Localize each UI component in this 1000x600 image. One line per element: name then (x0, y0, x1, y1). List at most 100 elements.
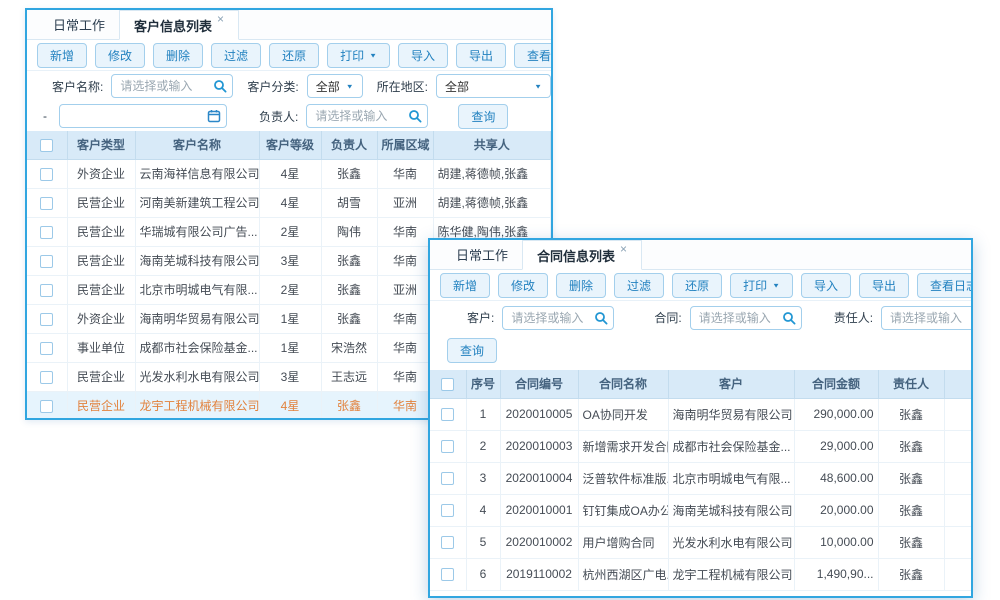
query-button[interactable]: 查询 (447, 338, 497, 363)
toolbar-button-label: 新增 (453, 277, 477, 294)
table-row[interactable]: 5 2020010002 用户增购合同 光发水利水电有限公司 10,000.00… (430, 526, 973, 558)
select-all-checkbox[interactable] (40, 139, 53, 152)
table-row[interactable]: 外资企业 云南海祥信息有限公司 4星 张鑫 华南 胡建,蒋德帧,张鑫 (27, 159, 551, 188)
customer-name-link[interactable]: 龙宇工程机械有限公司 (135, 391, 259, 420)
toolbar-button[interactable]: 查看日志 (514, 43, 553, 68)
toolbar-button[interactable]: 修改 (95, 43, 145, 68)
row-checkbox[interactable] (40, 168, 53, 181)
row-checkbox[interactable] (441, 536, 454, 549)
customer-link[interactable]: 光发水利水电有限公司 (668, 526, 794, 558)
owner-link[interactable]: 宋浩然 (321, 333, 377, 362)
search-icon[interactable] (594, 311, 608, 325)
toolbar-button[interactable]: 打印 ▼ (327, 43, 390, 68)
table-row[interactable]: 4 2020010001 钉钉集成OA办公 海南芜城科技有限公司 20,000.… (430, 494, 973, 526)
row-checkbox[interactable] (441, 568, 454, 581)
close-icon[interactable]: × (620, 242, 627, 256)
toolbar-button[interactable]: 删除 (153, 43, 203, 68)
tab[interactable]: 客户信息列表 × (119, 10, 239, 40)
contract-name-link[interactable]: 钉钉集成OA办公 (578, 494, 668, 526)
toolbar-button[interactable]: 新增 (440, 273, 490, 298)
row-checkbox[interactable] (40, 226, 53, 239)
tab[interactable]: 日常工作 (39, 10, 119, 39)
row-checkbox[interactable] (40, 284, 53, 297)
table-row[interactable]: 3 2020010004 泛普软件标准版... 北京市明城电气有限... 48,… (430, 462, 973, 494)
select-all-checkbox[interactable] (441, 378, 454, 391)
toolbar-button[interactable]: 新增 (37, 43, 87, 68)
customer-category-select[interactable]: 全部 ▼ (307, 74, 363, 98)
toolbar-button[interactable]: 打印 ▼ (730, 273, 793, 298)
table-row[interactable]: 民营企业 河南美新建筑工程公司 4星 胡雪 亚洲 胡建,蒋德帧,张鑫 (27, 188, 551, 217)
contract-code-link[interactable]: 2020010003 (500, 430, 578, 462)
row-checkbox[interactable] (40, 400, 53, 413)
row-checkbox[interactable] (441, 472, 454, 485)
search-icon[interactable] (782, 311, 796, 325)
customer-name-link[interactable]: 光发水利水电有限公司 (135, 362, 259, 391)
owner-link[interactable]: 陶伟 (321, 217, 377, 246)
owner-link[interactable]: 胡雪 (321, 188, 377, 217)
row-checkbox[interactable] (441, 408, 454, 421)
row-checkbox[interactable] (40, 342, 53, 355)
customer-name-link[interactable]: 云南海祥信息有限公司 (135, 159, 259, 188)
owner-link[interactable]: 张鑫 (321, 304, 377, 333)
customer-name-link[interactable]: 海南芜城科技有限公司 (135, 246, 259, 275)
contract-name-link[interactable]: 杭州西湖区广电... (578, 558, 668, 590)
row-checkbox[interactable] (40, 197, 53, 210)
contract-code-link[interactable]: 2019110002 (500, 558, 578, 590)
customer-link[interactable]: 龙宇工程机械有限公司 (668, 558, 794, 590)
customer-link[interactable]: 海南明华贸易有限公司 (668, 398, 794, 430)
owner-link[interactable]: 张鑫 (321, 246, 377, 275)
table-row[interactable]: 2 2020010003 新增需求开发合同 成都市社会保险基金... 29,00… (430, 430, 973, 462)
toolbar-button[interactable]: 过滤 (211, 43, 261, 68)
customer-name-link[interactable]: 北京市明城电气有限... (135, 275, 259, 304)
owner-link[interactable]: 张鑫 (321, 275, 377, 304)
contract-code-link[interactable]: 2020010004 (500, 462, 578, 494)
toolbar-button-label: 导入 (411, 47, 435, 64)
owner-link[interactable]: 张鑫 (321, 159, 377, 188)
contract-name-link[interactable]: OA协同开发 (578, 398, 668, 430)
toolbar-button[interactable]: 还原 (269, 43, 319, 68)
contract-code-link[interactable]: 2020010005 (500, 398, 578, 430)
responsible-input[interactable] (881, 306, 973, 330)
region-select[interactable]: 全部 ▼ (436, 74, 551, 98)
contract-name-link[interactable]: 泛普软件标准版... (578, 462, 668, 494)
owner-link[interactable]: 王志远 (321, 362, 377, 391)
contract-code-link[interactable]: 2020010002 (500, 526, 578, 558)
toolbar-button[interactable]: 导入 (801, 273, 851, 298)
row-checkbox[interactable] (40, 255, 53, 268)
tab[interactable]: 合同信息列表 × (522, 240, 642, 270)
toolbar-button[interactable]: 导出 (859, 273, 909, 298)
search-icon[interactable] (213, 79, 227, 93)
contract-code-link[interactable]: 2020010001 (500, 494, 578, 526)
customer-name-link[interactable]: 河南美新建筑工程公司 (135, 188, 259, 217)
contract-name-link[interactable]: 新增需求开发合同 (578, 430, 668, 462)
customer-name-link[interactable]: 成都市社会保险基金... (135, 333, 259, 362)
region-cell: 华南 (377, 362, 433, 391)
toolbar-button[interactable]: 过滤 (614, 273, 664, 298)
table-row[interactable]: 1 2020010005 OA协同开发 海南明华贸易有限公司 290,000.0… (430, 398, 973, 430)
contract-name-link[interactable]: 用户增购合同 (578, 526, 668, 558)
row-checkbox[interactable] (40, 313, 53, 326)
calendar-icon[interactable] (207, 109, 221, 123)
toolbar-button[interactable]: 还原 (672, 273, 722, 298)
customer-name-link[interactable]: 华瑞城有限公司广告... (135, 217, 259, 246)
row-checkbox[interactable] (40, 371, 53, 384)
toolbar-button[interactable]: 查看日志 (917, 273, 973, 298)
toolbar-button[interactable]: 修改 (498, 273, 548, 298)
toolbar-button[interactable]: 删除 (556, 273, 606, 298)
close-icon[interactable]: × (217, 12, 224, 26)
date-range-input[interactable] (59, 104, 227, 128)
toolbar-button[interactable]: 导入 (398, 43, 448, 68)
row-checkbox[interactable] (441, 440, 454, 453)
customer-name-link[interactable]: 海南明华贸易有限公司 (135, 304, 259, 333)
query-button[interactable]: 查询 (458, 104, 508, 129)
row-checkbox[interactable] (441, 504, 454, 517)
toolbar-button-label: 新增 (50, 47, 74, 64)
search-icon[interactable] (408, 109, 422, 123)
customer-link[interactable]: 北京市明城电气有限... (668, 462, 794, 494)
table-row[interactable]: 6 2019110002 杭州西湖区广电... 龙宇工程机械有限公司 1,490… (430, 558, 973, 590)
customer-link[interactable]: 海南芜城科技有限公司 (668, 494, 794, 526)
owner-link[interactable]: 张鑫 (321, 391, 377, 420)
toolbar-button[interactable]: 导出 (456, 43, 506, 68)
customer-link[interactable]: 成都市社会保险基金... (668, 430, 794, 462)
tab[interactable]: 日常工作 (442, 240, 522, 269)
